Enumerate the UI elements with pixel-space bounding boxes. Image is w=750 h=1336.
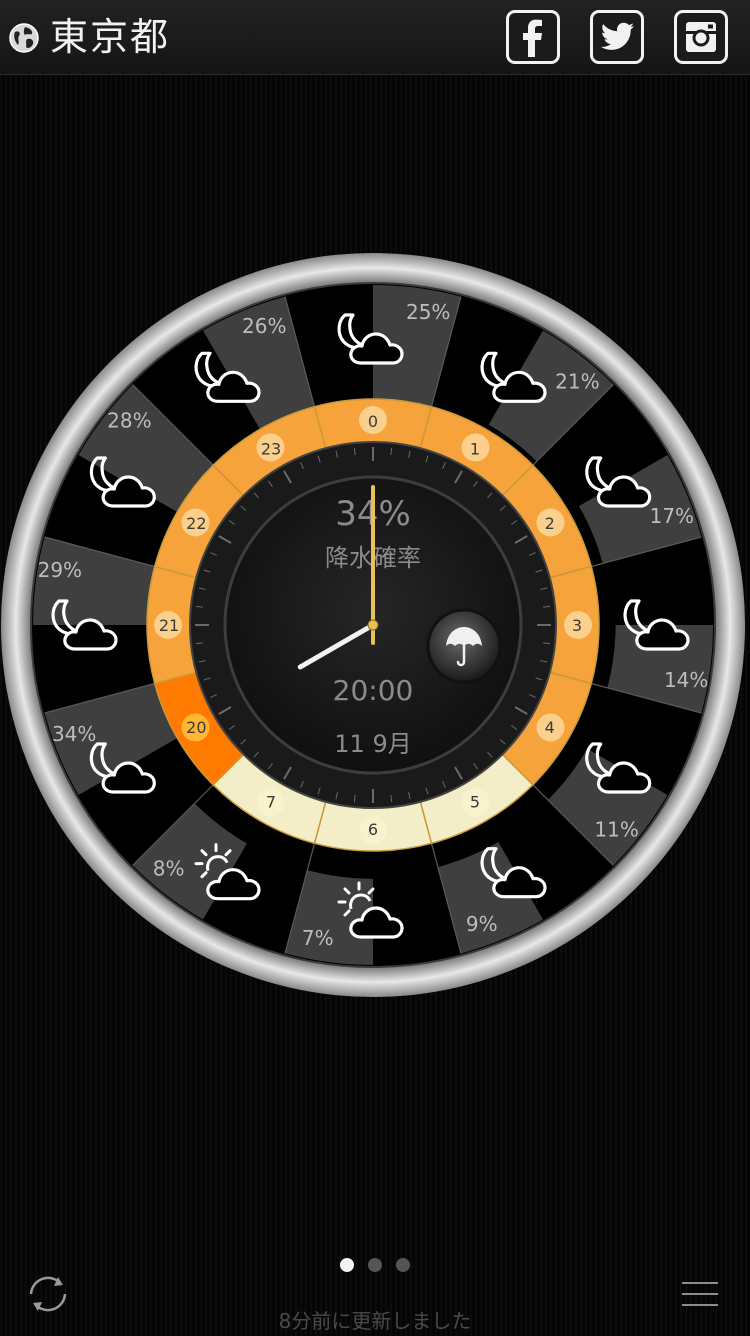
hour-label: 5 [470,793,480,812]
instagram-button[interactable] [674,10,728,64]
hour-label: 22 [186,514,206,533]
instagram-icon [686,22,716,52]
precip-percent: 28% [107,409,151,433]
facebook-icon [523,19,542,58]
facebook-button[interactable] [506,10,560,64]
hour-label: 6 [368,820,378,839]
menu-icon[interactable] [682,1282,718,1308]
current-time: 20:00 [333,674,414,707]
hour-label: 3 [572,616,582,635]
page-dot[interactable] [368,1258,382,1272]
hour-label: 4 [545,718,555,737]
precip-percent: 7% [302,926,334,950]
hour-label: 7 [266,793,276,812]
precip-percent: 25% [406,300,450,324]
precip-percent: 34% [52,722,96,746]
twitter-icon [600,22,634,50]
city-name[interactable]: 東京都 [50,12,170,62]
weather-clock-dial[interactable]: 0123456720212223 25%21%17%14%11%9%7%8%34… [0,240,750,1010]
hour-label: 2 [545,514,555,533]
precip-percent: 9% [466,912,498,936]
menu-bar [682,1282,718,1284]
precip-percent: 26% [242,314,286,338]
precip-percent: 11% [594,817,638,841]
precip-percent: 17% [650,504,694,528]
twitter-button[interactable] [590,10,644,64]
page-dot[interactable] [340,1258,354,1272]
precip-percent: 8% [153,857,185,881]
current-date: 11 9月 [334,730,411,758]
top-bar: 東京都 [0,0,750,75]
hand-pivot [367,619,379,631]
menu-bar [682,1293,718,1295]
last-updated-text: 8分前に更新しました [278,1309,472,1333]
hour-label: 21 [159,616,179,635]
hour-label: 1 [470,439,480,458]
hour-label: 23 [261,439,281,458]
umbrella-button[interactable] [426,608,502,684]
hour-label: 0 [368,412,378,431]
precip-percent: 14% [664,668,708,692]
page-dot[interactable] [396,1258,410,1272]
hour-label: 20 [186,718,206,737]
precip-percent: 29% [38,558,82,582]
globe-icon[interactable] [8,22,40,54]
precip-percent: 21% [555,369,599,393]
page-indicator [0,1258,750,1274]
